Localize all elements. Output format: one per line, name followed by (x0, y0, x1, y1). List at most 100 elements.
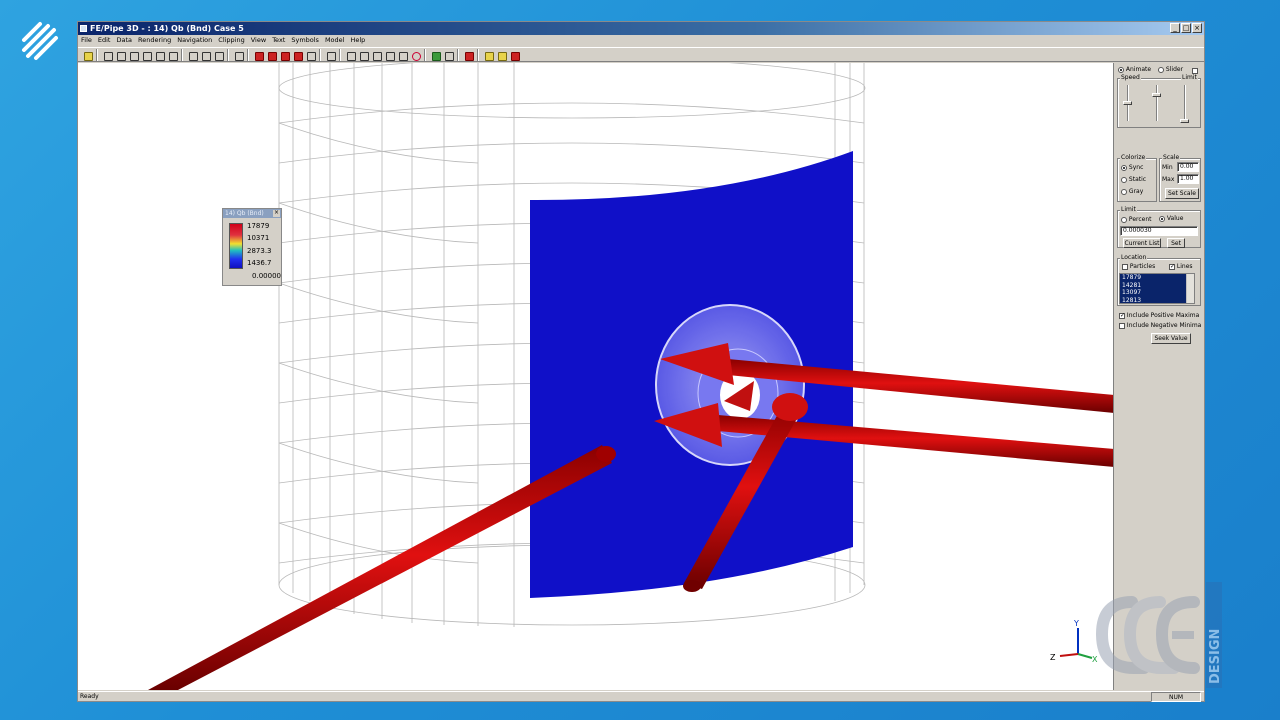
menu-model[interactable]: Model (322, 35, 348, 46)
menu-view[interactable]: View (248, 35, 269, 46)
legend-value-min: 0.00000 (252, 272, 281, 280)
sync-radio[interactable] (1121, 164, 1127, 171)
legend-title[interactable]: 14) Qb (Bnd) × (223, 209, 281, 218)
menu-edit[interactable]: Edit (95, 35, 114, 46)
reset-view-icon[interactable] (409, 49, 421, 61)
view-iso-icon[interactable] (383, 49, 395, 61)
max-label: Max (1162, 176, 1175, 183)
max-input[interactable]: 1.00 (1177, 174, 1199, 184)
frame-slider-thumb[interactable] (1152, 93, 1161, 97)
toolbar-separator (247, 48, 249, 61)
render-shaded-icon[interactable] (252, 49, 264, 61)
value-radio[interactable] (1159, 215, 1165, 222)
set-limit-button[interactable]: Set (1167, 238, 1185, 248)
select-icon[interactable] (324, 49, 336, 61)
menu-clipping[interactable]: Clipping (215, 35, 247, 46)
slider-radio[interactable] (1158, 66, 1164, 73)
table-icon[interactable] (508, 49, 520, 61)
menu-symbols[interactable]: Symbols (288, 35, 322, 46)
location-list[interactable]: 17879 14281 13097 12813 (1119, 273, 1195, 304)
include-positive-option[interactable]: ✓ Include Positive Maxima (1119, 312, 1199, 319)
location-list-item[interactable]: 13097 (1120, 289, 1194, 297)
lines-check[interactable]: ✓ (1169, 263, 1175, 270)
min-input[interactable]: 0.00 (1177, 162, 1199, 172)
zoom-in-icon[interactable] (186, 49, 198, 61)
limit-slider[interactable] (1184, 85, 1186, 121)
particles-check[interactable] (1122, 263, 1128, 270)
gray-radio[interactable] (1121, 188, 1127, 195)
move-icon[interactable] (153, 49, 165, 61)
slider-option[interactable]: Slider (1158, 66, 1183, 73)
result-legend[interactable]: 14) Qb (Bnd) × 17879 10371 2873.3 1436.7… (222, 208, 282, 286)
menu-help[interactable]: Help (347, 35, 368, 46)
zoom-out-icon[interactable] (199, 49, 211, 61)
location-label: Location (1120, 254, 1148, 261)
view-top-icon[interactable] (370, 49, 382, 61)
gray-option[interactable]: Gray (1121, 188, 1143, 195)
orbit-icon[interactable] (127, 49, 139, 61)
view-persp-icon[interactable] (396, 49, 408, 61)
seek-value-button[interactable]: Seek Value (1151, 333, 1191, 344)
probe-icon[interactable] (495, 49, 507, 61)
sync-option[interactable]: Sync (1121, 164, 1143, 171)
menu-navigation[interactable]: Navigation (174, 35, 215, 46)
include-negative-check[interactable] (1119, 322, 1125, 329)
pan-icon[interactable] (140, 49, 152, 61)
location-list-item[interactable]: 12813 (1120, 296, 1194, 303)
graph-icon[interactable] (429, 49, 441, 61)
animate-option[interactable]: Animate (1118, 66, 1151, 73)
menu-file[interactable]: File (78, 35, 95, 46)
render-wire-icon[interactable] (304, 49, 316, 61)
current-list-button[interactable]: Current List (1123, 238, 1161, 248)
static-option[interactable]: Static (1121, 176, 1146, 183)
particles-option[interactable]: Particles (1122, 263, 1155, 270)
minimize-button[interactable]: _ (1170, 23, 1180, 33)
title-bar[interactable]: FE/Pipe 3D - : 14) Qb (Bnd) Case 5 _ □ × (78, 22, 1204, 35)
include-positive-check[interactable]: ✓ (1119, 312, 1125, 319)
value-option[interactable]: Value (1159, 215, 1183, 222)
zoom-icon[interactable] (101, 49, 113, 61)
render-contour-icon[interactable] (265, 49, 277, 61)
3d-viewport[interactable]: 14) Qb (Bnd) × 17879 10371 2873.3 1436.7… (78, 63, 1114, 690)
maximize-button[interactable]: □ (1181, 23, 1191, 33)
slider-label: Slider (1165, 66, 1184, 73)
limit-value-input[interactable]: 0.000030 (1120, 226, 1198, 236)
frame-slider[interactable] (1156, 85, 1158, 121)
axis-icon[interactable] (166, 49, 178, 61)
binoculars-icon[interactable] (232, 49, 244, 61)
static-radio[interactable] (1121, 176, 1127, 183)
include-negative-option[interactable]: Include Negative Minima (1119, 322, 1201, 329)
light-icon[interactable] (482, 49, 494, 61)
percent-option[interactable]: Percent (1121, 216, 1152, 223)
render-mesh-icon[interactable] (278, 49, 290, 61)
open-file-icon[interactable] (81, 49, 93, 61)
toolbar-separator (227, 48, 229, 61)
lines-option[interactable]: ✓ Lines (1169, 263, 1193, 270)
rotate-icon[interactable] (114, 49, 126, 61)
view-front-icon[interactable] (344, 49, 356, 61)
close-button[interactable]: × (1192, 23, 1202, 33)
menu-data[interactable]: Data (113, 35, 135, 46)
view-side-icon[interactable] (357, 49, 369, 61)
limit-slider-thumb[interactable] (1180, 119, 1189, 123)
legend-close-icon[interactable]: × (273, 210, 280, 217)
legend-value-4: 1436.7 (247, 258, 272, 267)
chart-icon[interactable] (442, 49, 454, 61)
arrow-icon[interactable] (462, 49, 474, 61)
speed-slider-thumb[interactable] (1123, 101, 1132, 105)
location-list-item[interactable]: 14281 (1120, 281, 1194, 289)
animate-label: Animate (1125, 66, 1152, 73)
menu-rendering[interactable]: Rendering (135, 35, 174, 46)
percent-radio[interactable] (1121, 216, 1127, 223)
fepipe-window: FE/Pipe 3D - : 14) Qb (Bnd) Case 5 _ □ ×… (77, 21, 1205, 702)
set-scale-button[interactable]: Set Scale (1165, 188, 1199, 199)
model-render[interactable] (78, 63, 1114, 690)
location-list-scrollbar[interactable] (1186, 274, 1194, 303)
animate-radio[interactable] (1118, 66, 1124, 73)
animate-check[interactable] (1192, 67, 1198, 74)
location-list-item[interactable]: 17879 (1120, 274, 1194, 282)
zoom-fit-icon[interactable] (212, 49, 224, 61)
menu-text[interactable]: Text (269, 35, 288, 46)
axis-z-label: Z (1050, 653, 1056, 662)
render-solid-icon[interactable] (291, 49, 303, 61)
